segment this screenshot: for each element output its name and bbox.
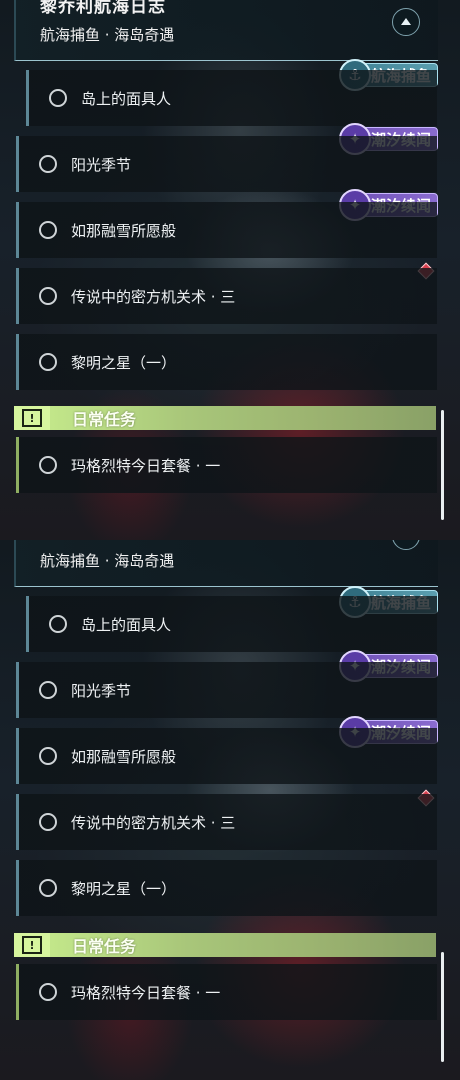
quest-item[interactable]: 岛上的面具人 [26, 70, 437, 126]
scrollbar[interactable] [441, 410, 444, 520]
quest-subtitle: 航海捕鱼 · 海岛奇遇 [40, 26, 175, 44]
collapse-button[interactable] [392, 8, 420, 36]
radio-empty-icon [49, 615, 67, 633]
quest-label: 岛上的面具人 [81, 615, 172, 634]
quest-label: 黎明之星（一） [71, 353, 177, 372]
radio-empty-icon [49, 89, 67, 107]
quest-item[interactable]: 传说中的密方机关术 · 三 [16, 794, 437, 850]
quest-label: 黎明之星（一） [71, 879, 177, 898]
quest-header[interactable]: 航海捕鱼 · 海岛奇遇 [14, 540, 438, 587]
radio-empty-icon [39, 456, 57, 474]
quest-label: 岛上的面具人 [81, 89, 172, 108]
section-label: 日常任务 [72, 410, 137, 429]
radio-empty-icon [39, 287, 57, 305]
radio-empty-icon [39, 813, 57, 831]
quest-label: 玛格烈特今日套餐 · 一 [71, 983, 221, 1002]
quest-label: 阳光季节 [71, 681, 132, 700]
quest-panel-1: 黎乔利航海日志 航海捕鱼 · 海岛奇遇 ⚓航海捕鱼 岛上的面具人 ✦潮汐续闻 阳… [0, 0, 460, 540]
daily-section-header[interactable]: ! 日常任务 [14, 933, 436, 957]
quest-item[interactable]: 阳光季节 [16, 136, 437, 192]
quest-label: 阳光季节 [71, 155, 132, 174]
quest-label: 如那融雪所愿般 [71, 747, 177, 766]
quest-item[interactable]: 阳光季节 [16, 662, 437, 718]
daily-quest-item[interactable]: 玛格烈特今日套餐 · 一 [16, 964, 437, 1020]
radio-empty-icon [39, 747, 57, 765]
daily-quest-item[interactable]: 玛格烈特今日套餐 · 一 [16, 437, 437, 493]
daily-section-header[interactable]: ! 日常任务 [14, 406, 436, 430]
quest-label: 传说中的密方机关术 · 三 [71, 287, 236, 306]
radio-empty-icon [39, 879, 57, 897]
quest-item[interactable]: 黎明之星（一） [16, 334, 437, 390]
quest-item[interactable]: 如那融雪所愿般 [16, 728, 437, 784]
quest-header[interactable]: 黎乔利航海日志 航海捕鱼 · 海岛奇遇 [14, 0, 438, 61]
exclamation-icon: ! [14, 933, 50, 957]
quest-label: 传说中的密方机关术 · 三 [71, 813, 236, 832]
collapse-button[interactable] [392, 540, 420, 550]
quest-item[interactable]: 黎明之星（一） [16, 860, 437, 916]
quest-title: 黎乔利航海日志 [40, 0, 166, 17]
radio-empty-icon [39, 983, 57, 1001]
section-label: 日常任务 [72, 937, 137, 956]
quest-item[interactable]: 如那融雪所愿般 [16, 202, 437, 258]
quest-subtitle: 航海捕鱼 · 海岛奇遇 [40, 552, 175, 570]
radio-empty-icon [39, 155, 57, 173]
chevron-up-icon [401, 17, 411, 25]
quest-item[interactable]: 岛上的面具人 [26, 596, 437, 652]
radio-empty-icon [39, 221, 57, 239]
radio-empty-icon [39, 681, 57, 699]
scrollbar[interactable] [441, 952, 444, 1062]
quest-item[interactable]: 传说中的密方机关术 · 三 [16, 268, 437, 324]
quest-panel-2: 航海捕鱼 · 海岛奇遇 ⚓航海捕鱼 岛上的面具人 ✦潮汐续闻 阳光季节 ✦潮汐续… [0, 540, 460, 1080]
exclamation-icon: ! [14, 406, 50, 430]
quest-label: 如那融雪所愿般 [71, 221, 177, 240]
radio-empty-icon [39, 353, 57, 371]
quest-label: 玛格烈特今日套餐 · 一 [71, 456, 221, 475]
